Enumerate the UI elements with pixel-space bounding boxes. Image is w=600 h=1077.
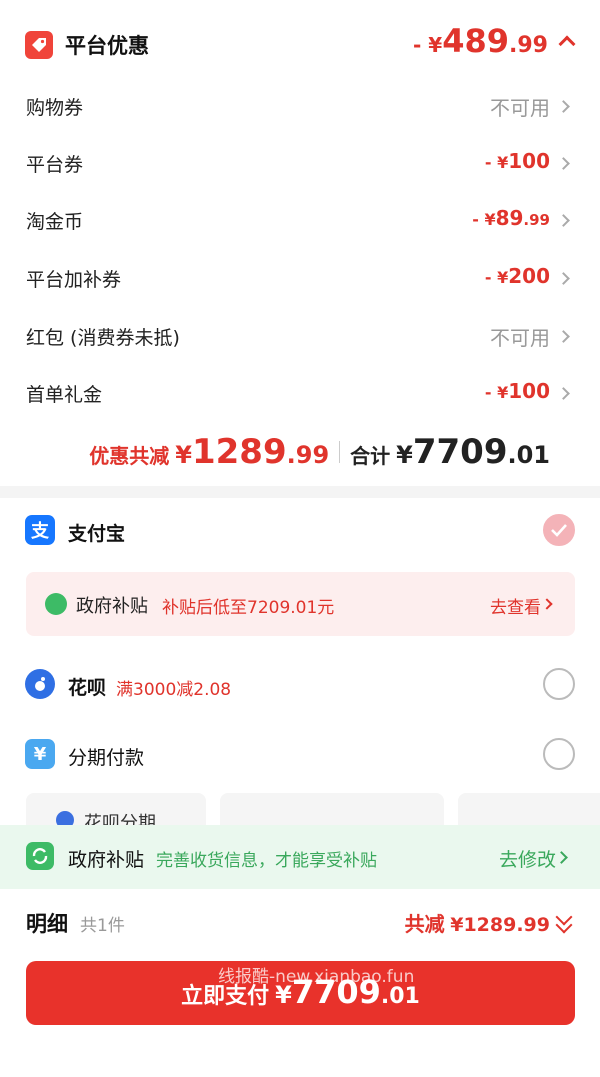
refresh-icon xyxy=(26,842,54,870)
sum-amount: 7709 xyxy=(412,432,508,472)
gov-subsidy-notice[interactable]: 政府补贴 补贴后低至7209.01元 去查看 xyxy=(26,572,575,636)
refresh-icon xyxy=(45,593,67,615)
platform-discount-title: 平台优惠 xyxy=(65,34,149,58)
discount-value: - ¥200 xyxy=(484,264,550,288)
alipay-radio[interactable] xyxy=(543,514,575,546)
tag-icon xyxy=(25,31,53,59)
chevron-right-icon xyxy=(557,100,570,113)
discount-total-label: 优惠共减 xyxy=(89,444,170,468)
discount-row-red-packet[interactable]: 红包 (消费券未抵) 不可用 xyxy=(0,307,600,365)
installment-radio[interactable] xyxy=(543,738,575,770)
edit-address-link[interactable]: 去修改 xyxy=(499,845,556,872)
watermark-text: 线报酷-new.xianbao.fun xyxy=(218,967,415,987)
detail-total[interactable]: 共减 ¥1289.99 xyxy=(405,908,550,937)
huabei-label: 花呗 xyxy=(68,677,107,699)
discount-value: - ¥89.99 xyxy=(472,206,550,230)
discount-total-amount: 1289 xyxy=(191,432,287,472)
discount-row-taojinbi[interactable]: 淘金币 - ¥89.99 xyxy=(0,191,600,249)
chevron-right-icon xyxy=(541,598,553,610)
item-count: 共1件 xyxy=(80,916,125,936)
discount-row-shopping-coupon[interactable]: 购物券 不可用 xyxy=(0,77,600,135)
order-totals: 优惠共减 ¥1289.99 合计 ¥7709.01 xyxy=(89,432,550,472)
check-icon xyxy=(551,524,567,537)
alipay-icon: 支 xyxy=(25,515,55,545)
chevron-right-icon xyxy=(557,214,570,227)
divider xyxy=(339,441,341,463)
detail-title: 明细 xyxy=(26,912,68,936)
huabei-radio[interactable] xyxy=(543,668,575,700)
installment-icon: ¥ xyxy=(25,739,55,769)
installment-label: 分期付款 xyxy=(68,747,145,769)
chevron-right-icon xyxy=(557,387,570,400)
huabei-icon xyxy=(25,669,55,699)
discount-value: 不可用 xyxy=(490,96,550,120)
discount-value: 不可用 xyxy=(490,326,550,350)
chevron-right-icon xyxy=(557,157,570,170)
view-subsidy-link[interactable]: 去查看 xyxy=(490,593,541,618)
section-divider xyxy=(0,486,600,498)
discount-row-first-order-gift[interactable]: 首单礼金 - ¥100 xyxy=(0,364,600,422)
chevron-right-icon xyxy=(557,272,570,285)
discount-row-platform-extra-coupon[interactable]: 平台加补券 - ¥200 xyxy=(0,249,600,307)
huabei-promo: 满3000减2.08 xyxy=(116,680,232,700)
alipay-label: 支付宝 xyxy=(68,523,126,545)
platform-discount-header[interactable]: 平台优惠 - ¥489.99 xyxy=(0,0,600,88)
gov-subsidy-bar[interactable]: 政府补贴 完善收货信息，才能享受补贴 去修改 xyxy=(0,825,600,889)
platform-discount-amount: - ¥489.99 xyxy=(413,22,548,60)
chevron-right-icon xyxy=(555,851,568,864)
discount-row-platform-coupon[interactable]: 平台券 - ¥100 xyxy=(0,134,600,192)
chevron-right-icon xyxy=(557,330,570,343)
discount-value: - ¥100 xyxy=(484,149,550,173)
chevron-up-icon[interactable] xyxy=(558,35,576,53)
discount-value: - ¥100 xyxy=(484,379,550,403)
sum-label: 合计 xyxy=(350,444,391,468)
